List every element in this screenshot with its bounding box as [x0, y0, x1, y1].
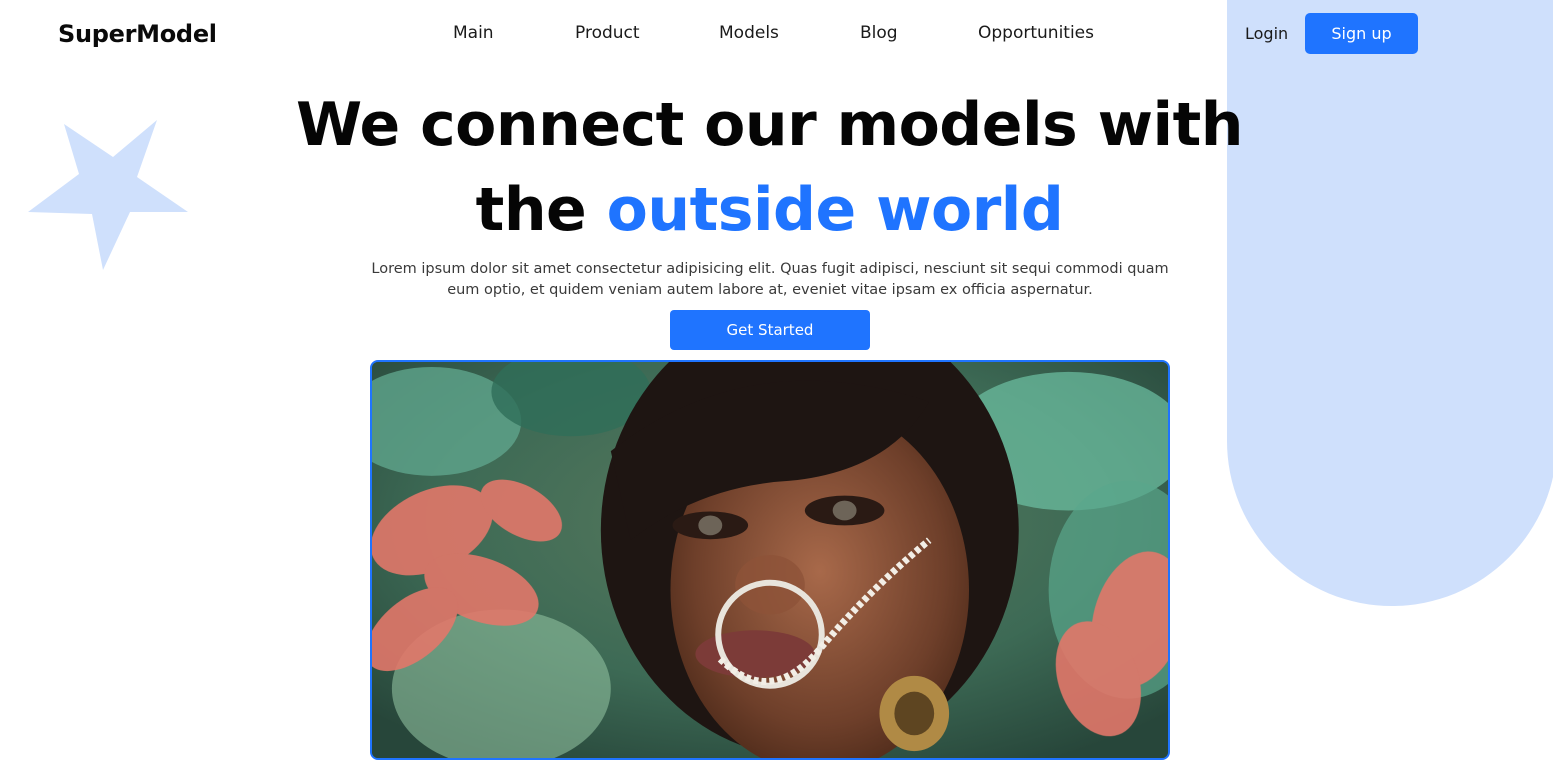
photo-illustration [372, 362, 1168, 758]
login-link[interactable]: Login [1245, 24, 1288, 43]
signup-button[interactable]: Sign up [1305, 13, 1418, 54]
hero-model-photo [370, 360, 1170, 760]
nav-link-main[interactable]: Main [453, 23, 494, 43]
hero-title-line-1: We connect our models with [295, 90, 1244, 160]
nav-link-blog[interactable]: Blog [860, 23, 898, 43]
nav-link-models[interactable]: Models [719, 23, 779, 43]
nav-link-product[interactable]: Product [575, 23, 640, 43]
brand-logo[interactable]: SuperModel [58, 20, 217, 48]
hero-title-accent: outside world [606, 175, 1064, 245]
hero-title-line-2: the outside world [0, 167, 1539, 253]
hero-description: Lorem ipsum dolor sit amet consectetur a… [371, 261, 1169, 298]
hero-title-prefix: the [475, 175, 607, 245]
nav-link-opportunities[interactable]: Opportunities [978, 23, 1094, 43]
get-started-button[interactable]: Get Started [670, 310, 870, 350]
